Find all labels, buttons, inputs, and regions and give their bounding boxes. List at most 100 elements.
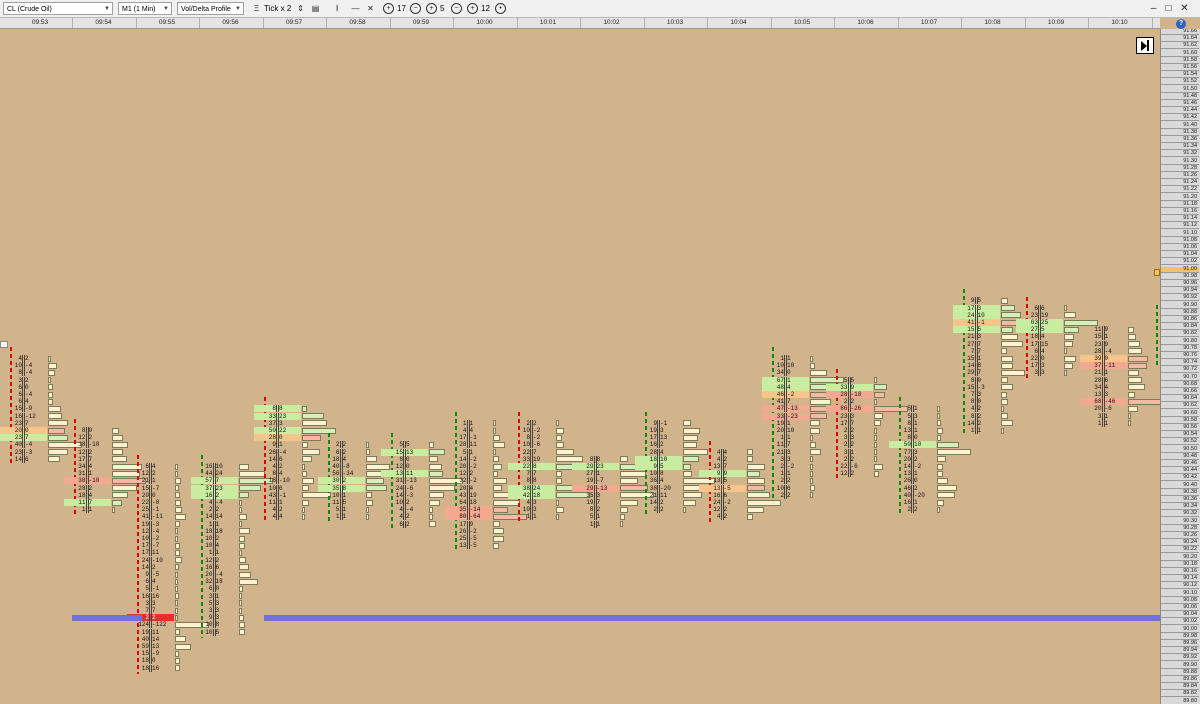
footprint-cell[interactable]: 28 6: [1080, 376, 1127, 384]
footprint-cell[interactable]: 18 4: [318, 455, 365, 463]
footprint-cell[interactable]: 19 -3: [127, 520, 174, 528]
tick-stepper-icon[interactable]: ⇕: [295, 3, 306, 14]
footprint-cell[interactable]: 33: [762, 455, 809, 463]
instrument-select[interactable]: CL (Crude Oil) ▼: [3, 2, 113, 15]
footprint-cell[interactable]: 29 -13: [571, 484, 619, 492]
footprint-cell[interactable]: 8 -2: [508, 434, 555, 442]
footprint-cell[interactable]: 35 3: [572, 491, 619, 499]
footprint-cell[interactable]: 11: [762, 355, 809, 362]
footprint-cell[interactable]: 35 -14: [444, 506, 492, 514]
footprint-cell[interactable]: 43 -1: [254, 491, 301, 499]
footprint-cell[interactable]: 62: [318, 448, 365, 456]
footprint-cell[interactable]: 28 4: [635, 448, 682, 456]
footprint-cell[interactable]: 10 5: [191, 628, 238, 636]
footprint-cell[interactable]: 26 0: [889, 477, 936, 485]
footprint-cell[interactable]: 25 -1: [127, 506, 174, 514]
footprint-cell[interactable]: 23 9: [1080, 340, 1127, 348]
maximize-icon[interactable]: □: [1162, 1, 1175, 16]
footprint-cell[interactable]: 23 7: [0, 434, 47, 442]
footprint-cell[interactable]: 82: [572, 506, 619, 514]
footprint-cell[interactable]: 12 2: [127, 470, 174, 478]
footprint-cell[interactable]: 10 8: [635, 470, 682, 478]
footprint-cell[interactable]: 21 1: [1080, 369, 1127, 377]
footprint-cell[interactable]: 42 18: [508, 491, 555, 499]
footprint-cell[interactable]: 34 4: [64, 463, 111, 470]
footprint-cell[interactable]: 30 2: [317, 477, 365, 485]
footprint-cell[interactable]: 13 3: [1080, 391, 1127, 398]
footprint-cell[interactable]: 16 2: [190, 491, 238, 499]
footprint-cell[interactable]: 42: [0, 355, 47, 362]
footprint-cell[interactable]: 17 7: [826, 419, 873, 427]
footprint-cell[interactable]: 60: [0, 383, 47, 391]
minus-circle-icon[interactable]: −: [410, 3, 421, 14]
footprint-cell[interactable]: 64: [127, 578, 174, 586]
footprint-cell[interactable]: 42: [254, 506, 301, 514]
footprint-cell[interactable]: 13 -5: [445, 542, 492, 550]
footprint-cell[interactable]: 14 2: [635, 499, 682, 506]
footprint-cell[interactable]: 73: [953, 391, 1000, 398]
footprint-cell[interactable]: 10 8: [191, 621, 238, 629]
footprint-cell[interactable]: 32: [0, 376, 47, 384]
footprint-cell[interactable]: 10 6: [254, 484, 301, 492]
footprint-cell[interactable]: 9 -5: [127, 571, 174, 578]
footprint-cell[interactable]: 20 4: [445, 484, 492, 492]
footprint-cell[interactable]: 31 -13: [381, 477, 428, 485]
footprint-cell[interactable]: 25 -5: [445, 535, 492, 542]
time-axis[interactable]: 09:53 09:54 09:55 09:56 09:57 09:58 09:59 10:00…: [0, 18, 1160, 29]
footprint-cell[interactable]: 20 0: [127, 491, 174, 499]
footprint-cell[interactable]: 42: [254, 463, 301, 470]
footprint-cell[interactable]: 34 4: [1080, 383, 1127, 391]
footprint-cell[interactable]: 22: [889, 506, 936, 514]
footprint-cell[interactable]: 14 8: [953, 362, 1000, 370]
footprint-cell[interactable]: 28 0: [254, 434, 301, 442]
footprint-cell[interactable]: 13 1: [889, 427, 936, 434]
footprint-cell[interactable]: 17 -1: [445, 434, 492, 442]
add-circle-icon[interactable]: +: [383, 3, 394, 14]
footprint-cell[interactable]: 22: [826, 427, 873, 434]
add-circle-icon[interactable]: +: [426, 3, 437, 14]
footprint-cell[interactable]: 22 8: [508, 463, 555, 470]
footprint-cell[interactable]: 23 -3: [0, 448, 47, 456]
footprint-cell[interactable]: 11: [445, 419, 492, 427]
footprint-cell[interactable]: 42: [699, 513, 746, 521]
footprint-cell[interactable]: 24 -10: [127, 556, 174, 564]
footprint-cell[interactable]: 29 7: [953, 369, 1000, 377]
footprint-cell[interactable]: 24 -2: [699, 499, 746, 506]
footprint-cell[interactable]: 53: [191, 599, 238, 607]
footprint-cell[interactable]: 14 14: [191, 513, 238, 521]
timeframe-select[interactable]: M1 (1 Min) ▼: [118, 2, 172, 15]
footprint-cell[interactable]: 80: [953, 376, 1000, 384]
footprint-cell[interactable]: 17 11: [127, 549, 174, 557]
footprint-cell[interactable]: 22: [826, 455, 873, 463]
footprint-cell[interactable]: 16 1: [889, 499, 936, 506]
footprint-cell[interactable]: 28 2: [64, 484, 111, 492]
footprint-cell[interactable]: 33 -23: [762, 412, 809, 420]
footprint-cell[interactable]: 19 -7: [572, 477, 619, 485]
footprint-cell[interactable]: 13 11: [381, 470, 428, 478]
footprint-cell[interactable]: 50 10: [889, 441, 936, 449]
footprint-cell[interactable]: 11: [64, 506, 111, 514]
footprint-cell[interactable]: 47 -13: [762, 405, 809, 413]
footprint-cell[interactable]: 11 1: [254, 499, 301, 506]
scroll-to-end-button[interactable]: [1136, 37, 1154, 54]
footprint-cell[interactable]: 11: [1080, 419, 1127, 427]
footprint-cell[interactable]: 27 5: [1016, 326, 1063, 334]
footprint-cell[interactable]: 77: [953, 347, 1000, 355]
footprint-cell[interactable]: 10 -2: [127, 535, 174, 542]
footprint-cell[interactable]: 16 -12: [0, 412, 47, 420]
footprint-cell[interactable]: 10 -2: [508, 427, 555, 434]
footprint-cell[interactable]: 33 9: [825, 383, 873, 391]
footprint-cell[interactable]: 12 2: [699, 506, 746, 514]
footprint-cell[interactable]: 46 2: [889, 484, 936, 492]
footprint-cell[interactable]: 48 4: [762, 383, 809, 391]
footprint-cell[interactable]: 42: [381, 513, 428, 521]
footprint-cell[interactable]: 10 2: [381, 499, 428, 506]
footprint-cell[interactable]: 14 6: [254, 455, 301, 463]
footprint-cell[interactable]: 46 -2: [762, 391, 809, 398]
footprint-cell[interactable]: 33: [127, 599, 174, 607]
footprint-cell[interactable]: 38 24: [508, 484, 555, 492]
footprint-cell[interactable]: 4 -4: [191, 499, 238, 506]
add-circle-icon[interactable]: +: [467, 3, 478, 14]
footprint-cell[interactable]: 13 7: [699, 463, 746, 470]
footprint-cell[interactable]: 40 -4: [0, 441, 47, 449]
